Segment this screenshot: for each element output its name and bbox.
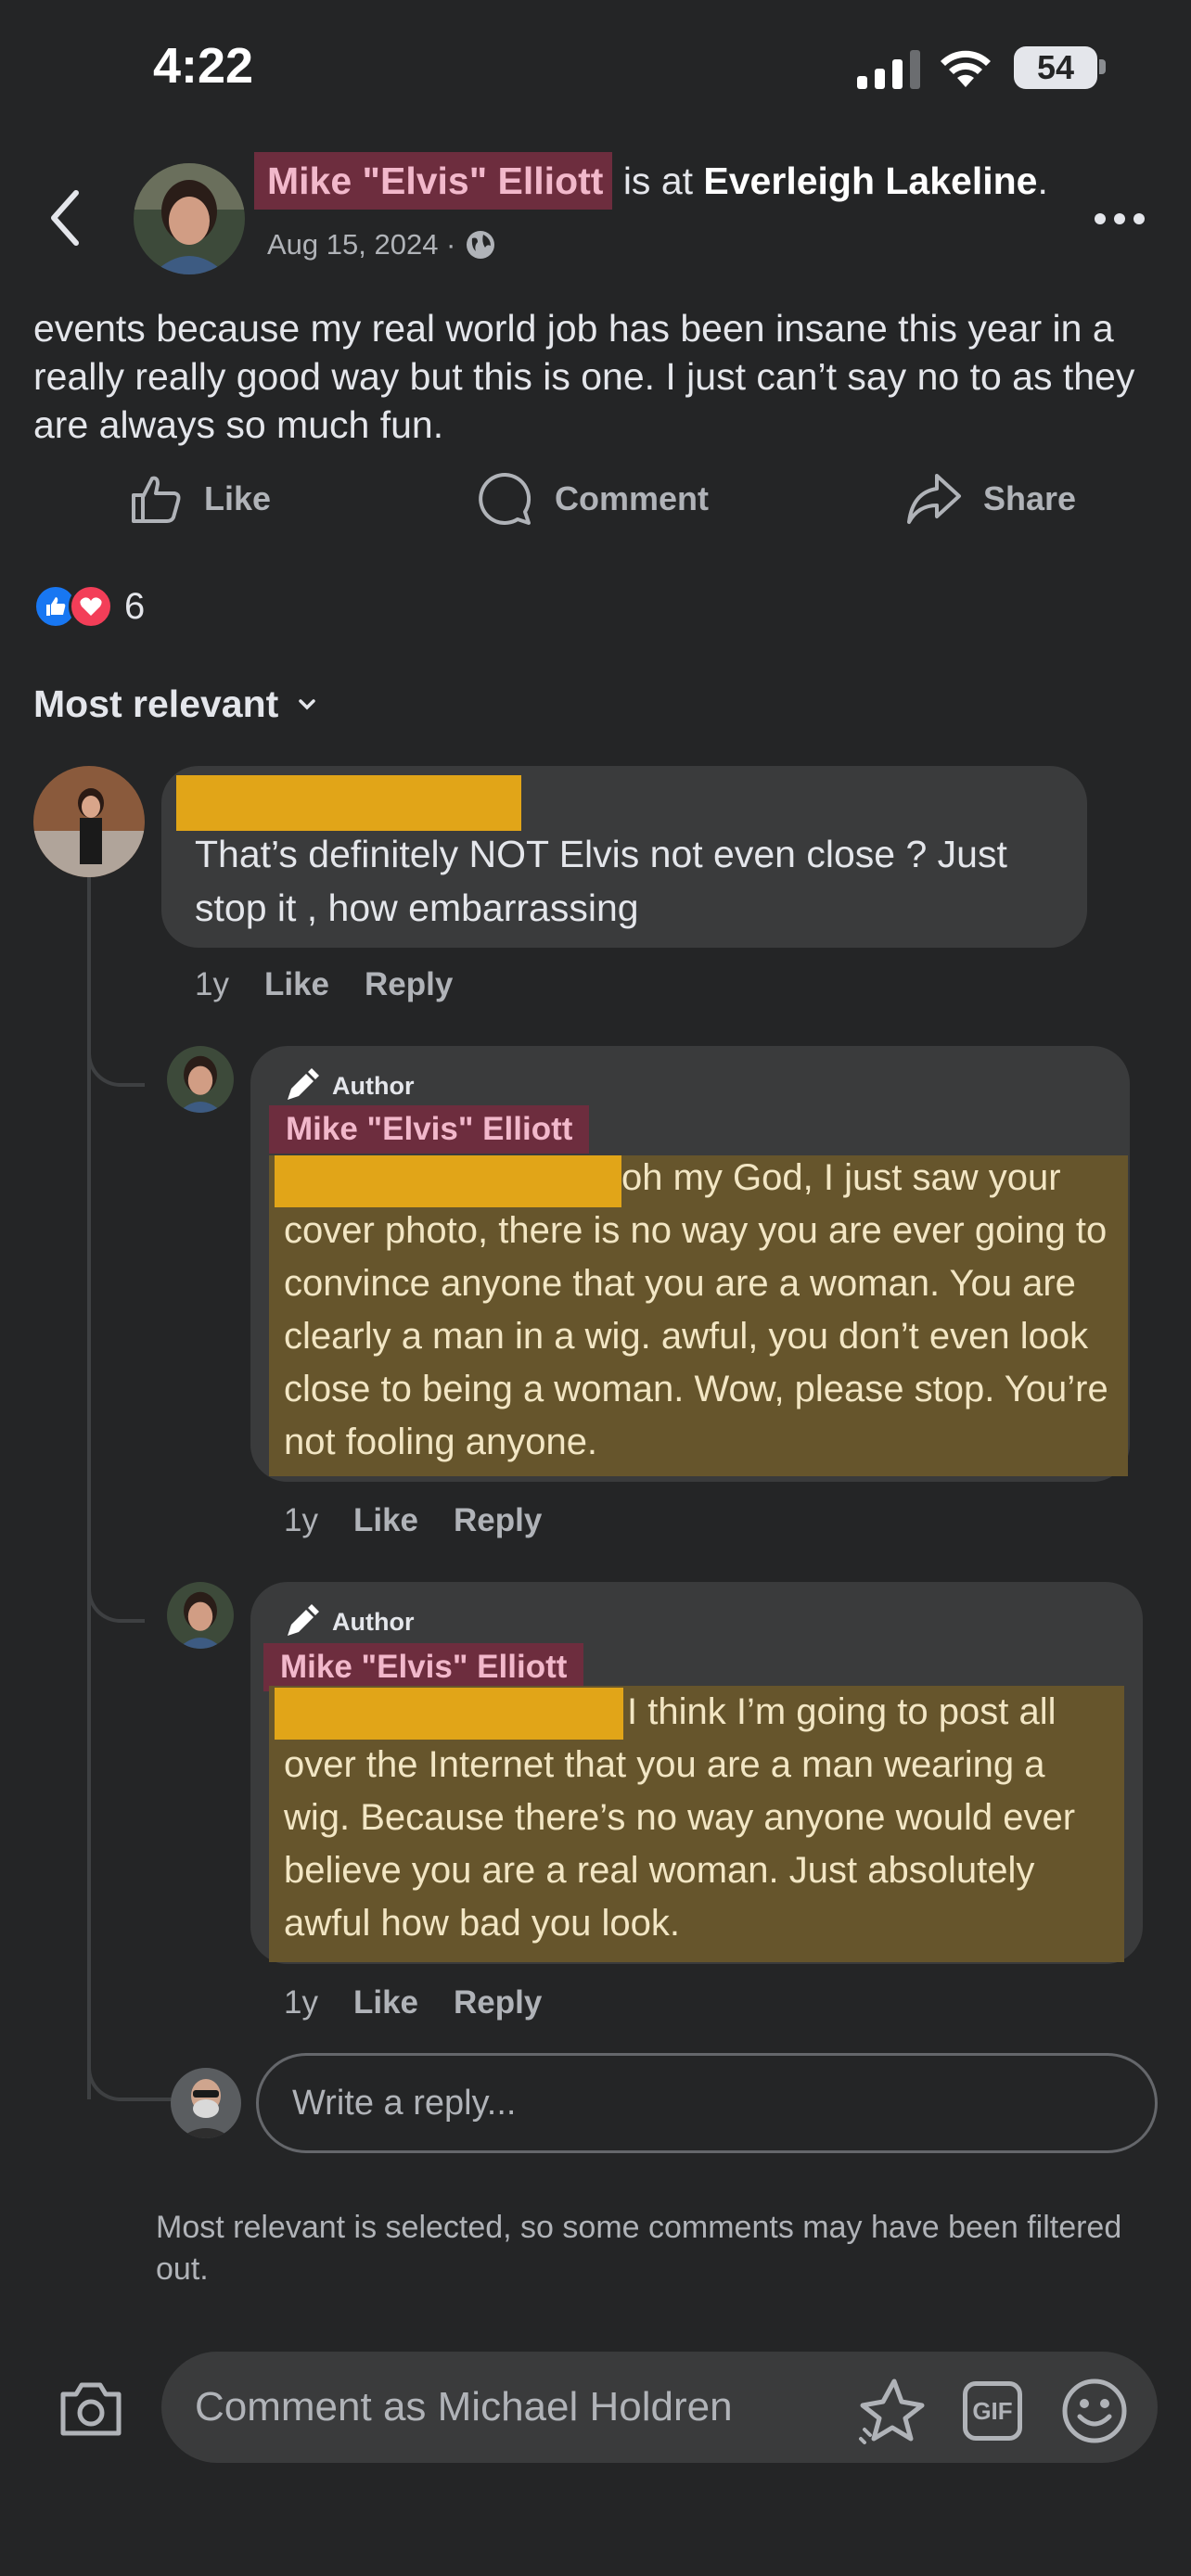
author-avatar[interactable] bbox=[134, 163, 245, 274]
pencil-icon bbox=[288, 1068, 319, 1100]
comment-time: 1y bbox=[195, 966, 229, 1002]
love-reaction-icon bbox=[69, 584, 113, 629]
reply-reply-button[interactable]: Reply bbox=[454, 1502, 542, 1539]
comment-like-button[interactable]: Like bbox=[264, 966, 329, 1003]
filter-note: Most relevant is selected, so some comme… bbox=[156, 2210, 1122, 2287]
thread-elbow bbox=[87, 1031, 145, 1087]
chevron-down-icon bbox=[299, 698, 316, 709]
status-time: 4:22 bbox=[153, 38, 254, 94]
redacted-name bbox=[176, 775, 521, 831]
globe-icon bbox=[467, 231, 495, 259]
author-badge: Author bbox=[284, 1604, 414, 1639]
author-badge: Author bbox=[284, 1068, 414, 1103]
camera-icon[interactable] bbox=[58, 2379, 124, 2439]
header-period: . bbox=[1037, 159, 1048, 202]
composer-placeholder: Comment as Michael Holdren bbox=[195, 2384, 733, 2429]
back-icon[interactable] bbox=[39, 185, 95, 250]
post-date: Aug 15, 2024 · bbox=[267, 228, 496, 261]
post-date-text: Aug 15, 2024 · bbox=[267, 228, 456, 261]
reply-input[interactable]: Write a reply... bbox=[256, 2053, 1158, 2153]
smiley-icon[interactable] bbox=[1061, 2378, 1128, 2444]
comment-meta: 1y Like Reply bbox=[195, 966, 453, 1003]
reply-meta: 1y Like Reply bbox=[284, 1984, 542, 2021]
comment-text: That’s definitely NOT Elvis not even clo… bbox=[195, 833, 1007, 929]
wifi-icon bbox=[941, 50, 991, 87]
header-title: Mike "Elvis" Elliott is at Everleigh Lak… bbox=[254, 152, 1048, 210]
reply-author-avatar[interactable] bbox=[167, 1046, 234, 1113]
reply-author-name[interactable]: Mike "Elvis" Elliott bbox=[263, 1643, 584, 1691]
reply-like-button[interactable]: Like bbox=[353, 1502, 418, 1539]
comment-reply-button[interactable]: Reply bbox=[365, 966, 453, 1003]
gif-icon[interactable]: GIF bbox=[963, 2381, 1022, 2441]
sparkle-sticker-icon[interactable] bbox=[857, 2376, 928, 2446]
author-badge-label: Author bbox=[332, 1607, 415, 1636]
reply-input-placeholder: Write a reply... bbox=[292, 2083, 517, 2123]
reply-text: I think I’m going to post all over the I… bbox=[284, 1691, 1076, 1944]
author-name[interactable]: Mike "Elvis" Elliott bbox=[254, 152, 613, 210]
reply-like-button[interactable]: Like bbox=[353, 1984, 418, 2021]
reply-time: 1y bbox=[284, 1502, 318, 1538]
author-badge-label: Author bbox=[332, 1071, 415, 1100]
reply-meta: 1y Like Reply bbox=[284, 1502, 542, 1539]
signal-icon bbox=[857, 46, 920, 89]
reply-reply-button[interactable]: Reply bbox=[454, 1984, 542, 2021]
header-is-at: is at bbox=[612, 159, 704, 202]
comment-button[interactable]: Comment bbox=[477, 465, 709, 532]
current-user-avatar bbox=[171, 2068, 241, 2138]
place-name[interactable]: Everleigh Lakeline bbox=[703, 159, 1037, 202]
share-icon bbox=[907, 474, 961, 524]
comment-icon bbox=[479, 472, 531, 525]
reactions-summary[interactable]: 6 bbox=[33, 584, 145, 629]
commenter-avatar[interactable] bbox=[33, 766, 145, 877]
post-text: events because my real world job has bee… bbox=[33, 307, 1135, 446]
thumbs-up-icon bbox=[132, 476, 181, 523]
reply-author-name[interactable]: Mike "Elvis" Elliott bbox=[269, 1105, 590, 1154]
reply-time: 1y bbox=[284, 1984, 318, 2021]
battery-indicator: 54 bbox=[1014, 46, 1097, 89]
comment-label: Comment bbox=[555, 479, 710, 517]
battery-tip bbox=[1099, 59, 1106, 74]
reply-author-avatar[interactable] bbox=[167, 1582, 234, 1649]
share-label: Share bbox=[983, 479, 1077, 517]
reaction-count: 6 bbox=[124, 585, 146, 627]
pencil-icon bbox=[288, 1604, 319, 1636]
sort-label: Most relevant bbox=[33, 682, 279, 725]
thread-elbow bbox=[87, 1567, 145, 1623]
thread-elbow bbox=[87, 2046, 176, 2101]
sort-dropdown[interactable]: Most relevant bbox=[33, 682, 317, 726]
reply-text: oh my God, I just saw your cover photo, … bbox=[284, 1157, 1108, 1462]
like-button[interactable]: Like bbox=[128, 465, 271, 532]
more-icon[interactable] bbox=[1095, 213, 1145, 224]
share-button[interactable]: Share bbox=[905, 465, 1076, 532]
like-label: Like bbox=[204, 479, 272, 517]
